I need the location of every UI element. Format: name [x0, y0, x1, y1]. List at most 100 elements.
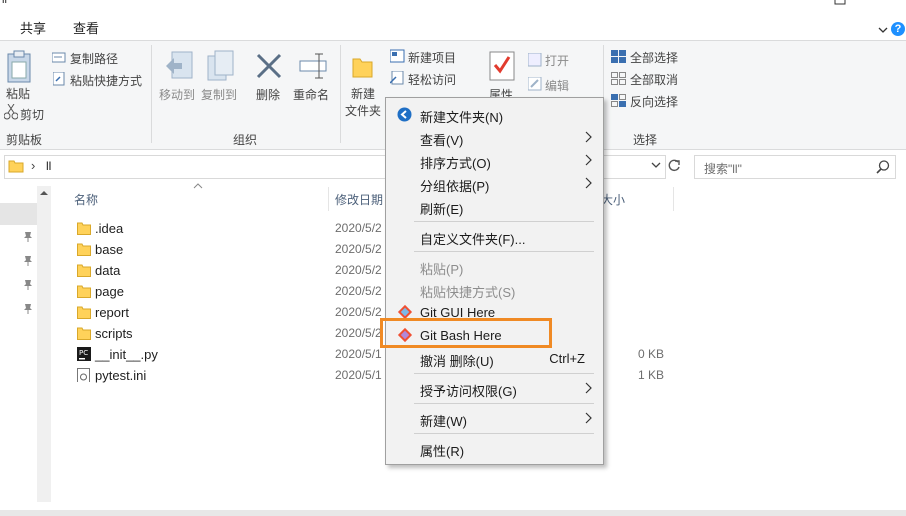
menu-label: 刷新(E): [420, 202, 464, 217]
file-date: 2020/5/2: [335, 242, 382, 256]
file-name: __init__.py: [95, 347, 158, 362]
context-menu: 新建文件夹(N) 查看(V) 排序方式(O) 分组依据(P) 刷新(E) 自定义…: [385, 97, 604, 465]
menu-item-undo-delete[interactable]: 撤消 删除(U) Ctrl+Z: [386, 347, 603, 369]
nav-selected-item[interactable]: [0, 203, 37, 225]
pycharm-file-icon: PC: [77, 347, 91, 361]
breadcrumb-path[interactable]: ll: [46, 159, 51, 173]
paste-shortcut-icon: [52, 71, 65, 89]
window-title: ll: [2, 0, 7, 6]
file-name: scripts: [95, 326, 133, 341]
select-all-button[interactable]: 全部选择: [630, 49, 678, 66]
tab-view[interactable]: 查看: [73, 18, 99, 38]
select-none-icon: [611, 72, 627, 89]
chevron-down-icon[interactable]: [651, 162, 661, 170]
scroll-up-icon[interactable]: [39, 189, 49, 197]
submenu-arrow-icon: [585, 177, 592, 189]
menu-item-paste: 粘贴(P): [386, 255, 603, 277]
pin-icon: [23, 279, 33, 294]
menu-item-new[interactable]: 新建(W): [386, 407, 603, 429]
search-input[interactable]: 搜索"ll": [704, 160, 742, 177]
menu-label: 分组依据(P): [420, 179, 490, 194]
invert-selection-button[interactable]: 反向选择: [630, 93, 678, 110]
open-button[interactable]: 打开: [545, 52, 569, 69]
file-date: 2020/5/1: [335, 347, 382, 361]
move-to-button[interactable]: 移动到: [159, 86, 195, 103]
menu-label: 粘贴快捷方式(S): [420, 285, 516, 300]
cut-button[interactable]: 剪切: [20, 106, 44, 123]
menu-label: 授予访问权限(G): [420, 384, 517, 399]
submenu-arrow-icon: [585, 412, 592, 424]
paste-shortcut-button[interactable]: 粘贴快捷方式: [70, 72, 142, 89]
menu-label: 新建(W): [420, 414, 467, 429]
menu-label: 撤消 删除(U): [420, 354, 494, 369]
folder-icon: [77, 243, 91, 256]
select-none-button[interactable]: 全部取消: [630, 71, 678, 88]
select-all-icon: [611, 50, 627, 67]
menu-item-new-folder[interactable]: 新建文件夹(N): [386, 103, 603, 125]
pin-icon: [23, 303, 33, 318]
menu-label: 查看(V): [420, 133, 464, 148]
search-box[interactable]: 搜索"ll": [694, 155, 896, 179]
pin-icon: [23, 255, 33, 270]
easy-access-button[interactable]: 轻松访问: [408, 71, 456, 88]
menu-item-grant-access[interactable]: 授予访问权限(G): [386, 377, 603, 399]
menu-item-group-by[interactable]: 分组依据(P): [386, 172, 603, 194]
horizontal-scrollbar[interactable]: [0, 510, 906, 516]
submenu-arrow-icon: [585, 382, 592, 394]
edit-button[interactable]: 编辑: [545, 77, 569, 94]
move-to-icon: [164, 50, 194, 85]
help-button[interactable]: ?: [869, 21, 905, 41]
file-size: 0 KB: [637, 347, 664, 361]
submenu-arrow-icon: [585, 131, 592, 143]
file-date: 2020/5/2: [335, 305, 382, 319]
nav-scrollbar[interactable]: [37, 186, 51, 502]
column-divider[interactable]: [673, 187, 674, 211]
tab-share[interactable]: 共享: [20, 18, 46, 38]
menu-item-customize-folder[interactable]: 自定义文件夹(F)...: [386, 225, 603, 247]
submenu-arrow-icon: [585, 154, 592, 166]
folder-icon: [77, 264, 91, 277]
folder-icon: [77, 285, 91, 298]
clipboard-icon: [7, 50, 31, 83]
folder-icon: [8, 160, 24, 173]
maximize-button[interactable]: [834, 0, 846, 6]
search-icon: [876, 160, 890, 174]
file-date: 2020/5/1: [335, 368, 382, 382]
paste-label: 粘贴: [6, 87, 31, 101]
column-header-size[interactable]: 大小: [601, 191, 625, 208]
settings-file-icon: [77, 368, 90, 382]
menu-item-properties[interactable]: 属性(R): [386, 437, 603, 459]
delete-button[interactable]: 删除: [256, 86, 280, 103]
menu-item-sort[interactable]: 排序方式(O): [386, 149, 603, 171]
rename-button[interactable]: 重命名: [293, 86, 329, 103]
maximize-icon: [834, 0, 846, 5]
new-item-button[interactable]: 新建项目: [408, 49, 456, 66]
properties-icon: [489, 51, 515, 84]
new-folder-icon: [352, 55, 374, 82]
menu-separator: [414, 403, 594, 404]
menu-label: 排序方式(O): [420, 156, 491, 171]
menu-separator: [414, 221, 594, 222]
menu-separator: [414, 251, 594, 252]
new-folder-icon: [397, 107, 412, 122]
file-name: report: [95, 305, 129, 320]
copy-path-button[interactable]: 复制路径: [70, 50, 118, 67]
file-date: 2020/5/2: [335, 326, 382, 340]
menu-item-view[interactable]: 查看(V): [386, 126, 603, 148]
new-folder-button[interactable]: 新建: [351, 85, 375, 102]
refresh-button[interactable]: [666, 158, 684, 176]
copy-to-button[interactable]: 复制到: [201, 86, 237, 103]
select-group-label: 选择: [633, 133, 658, 147]
column-header-modified[interactable]: 修改日期: [335, 191, 383, 208]
organize-group-label: 组织: [233, 133, 258, 147]
open-icon: [527, 52, 542, 70]
file-date: 2020/5/2: [335, 221, 382, 235]
file-name: page: [95, 284, 124, 299]
easy-access-icon: [389, 70, 406, 88]
folder-icon: [77, 306, 91, 319]
file-name: base: [95, 242, 124, 257]
column-divider[interactable]: [328, 187, 329, 211]
menu-item-refresh[interactable]: 刷新(E): [386, 195, 603, 217]
column-header-name[interactable]: 名称: [74, 191, 98, 208]
paste-button[interactable]: [6, 50, 32, 87]
